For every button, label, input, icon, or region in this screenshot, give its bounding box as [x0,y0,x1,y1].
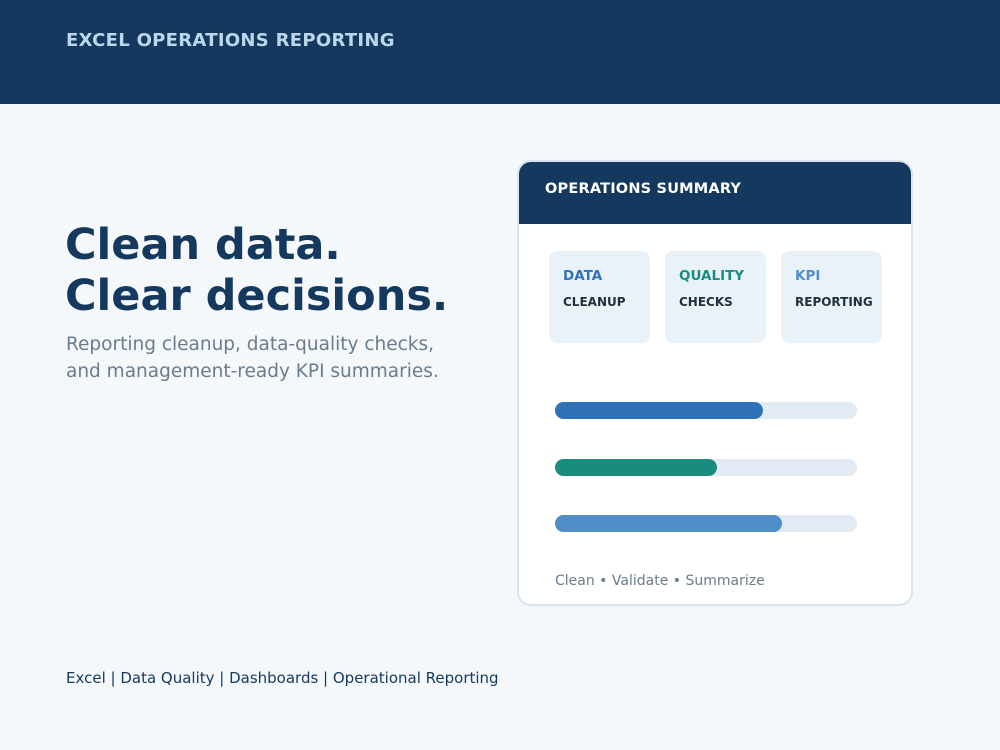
tile-label: CLEANUP [563,295,626,309]
progress-track-1 [555,402,857,419]
tile-kicker: KPI [795,268,821,284]
tile-data-cleanup: DATA CLEANUP [549,251,650,343]
hero-headline: Clean data. Clear decisions. [65,220,448,322]
progress-track-2 [555,459,857,476]
hero-headline-line-2: Clear decisions. [65,271,449,321]
brand-title: EXCEL OPERATIONS REPORTING [66,30,395,51]
operations-summary-card: OPERATIONS SUMMARY DATA CLEANUP QUALITY … [517,160,913,606]
hero-subtitle-line-1: Reporting cleanup, data-quality checks, [66,334,434,355]
hero-headline-line-1: Clean data. [65,220,341,270]
tile-kicker: DATA [563,268,603,284]
tile-quality-checks: QUALITY CHECKS [665,251,766,343]
tile-kicker: QUALITY [679,268,745,284]
skills-tag-line: Excel | Data Quality | Dashboards | Oper… [66,669,499,687]
progress-fill-3 [555,515,782,532]
tile-kpi-reporting: KPI REPORTING [781,251,882,343]
card-footer-steps: Clean • Validate • Summarize [555,573,765,589]
hero-subtitle-line-2: and management-ready KPI summaries. [66,361,439,382]
tile-label: CHECKS [679,295,733,309]
tile-label: REPORTING [795,295,873,309]
hero-subtitle: Reporting cleanup, data-quality checks, … [66,331,439,385]
top-banner: EXCEL OPERATIONS REPORTING [0,0,1000,104]
progress-fill-2 [555,459,717,476]
progress-fill-1 [555,402,764,419]
card-header: OPERATIONS SUMMARY [519,162,911,224]
card-title: OPERATIONS SUMMARY [545,181,742,197]
progress-track-3 [555,515,857,532]
